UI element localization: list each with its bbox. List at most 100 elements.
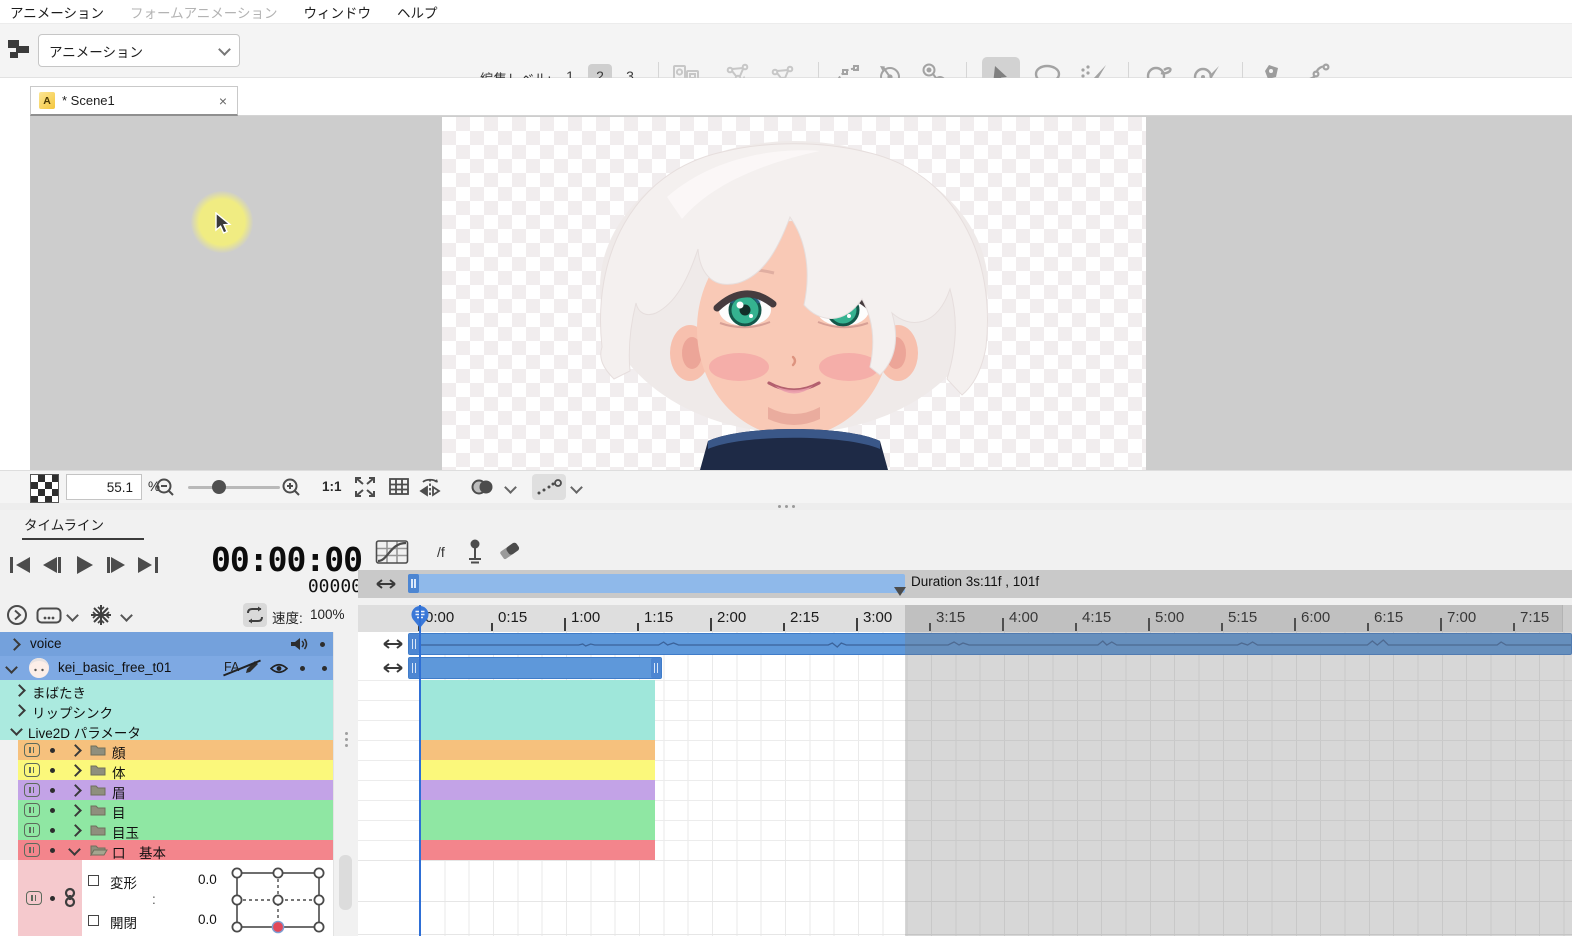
zoom-out-icon[interactable] xyxy=(152,474,178,500)
param-row-face[interactable]: 顔 xyxy=(0,740,333,760)
param-row-brow[interactable]: 眉 xyxy=(0,780,333,800)
xy-param-pad[interactable] xyxy=(230,866,326,934)
keyframe-band-body[interactable] xyxy=(420,760,655,780)
workspace-selector[interactable]: アニメーション xyxy=(38,34,240,67)
playhead-line[interactable] xyxy=(419,605,421,936)
keyframe-band-brow[interactable] xyxy=(420,780,655,800)
scroll-grip[interactable] xyxy=(345,732,348,735)
keyframe-band-eye[interactable] xyxy=(420,800,655,820)
transparent-canvas[interactable] xyxy=(442,117,1146,470)
onion-skin-icon[interactable] xyxy=(36,607,62,629)
timecode-display: 00:00:00 xyxy=(150,540,362,579)
link-keys-icon[interactable] xyxy=(62,887,78,909)
step-back-button[interactable] xyxy=(40,555,64,575)
expand-all-icon[interactable] xyxy=(6,604,28,631)
clip-left-handle[interactable] xyxy=(409,658,419,678)
clip-right-handle[interactable] xyxy=(651,658,661,678)
canvas-viewport[interactable] xyxy=(30,116,1572,470)
loop-playback-button[interactable] xyxy=(243,603,267,627)
param-value[interactable]: 0.0 xyxy=(198,912,217,927)
track-row-lipsync[interactable]: リップシンク xyxy=(0,700,333,720)
track-list-scrollbar[interactable] xyxy=(333,632,358,936)
menu-help[interactable]: ヘルプ xyxy=(397,2,438,22)
keyframe-band-eyeball[interactable] xyxy=(420,820,655,840)
chevron-down-icon[interactable] xyxy=(504,481,517,494)
stretch-track-icon[interactable] xyxy=(382,659,404,677)
keyframe-band-groups[interactable] xyxy=(420,680,655,740)
curve-display-icon[interactable] xyxy=(532,474,566,500)
voice-audio-clip[interactable] xyxy=(408,633,1572,655)
duration-end-marker[interactable] xyxy=(894,587,906,596)
fit-view-icon[interactable] xyxy=(352,474,378,500)
chevron-right-icon[interactable] xyxy=(13,704,26,717)
chevron-right-icon[interactable] xyxy=(13,684,26,697)
param-pad-current-point[interactable] xyxy=(272,921,283,932)
keyframe-dot[interactable] xyxy=(50,896,55,901)
blend-view-icon[interactable] xyxy=(470,474,496,500)
menu-animation[interactable]: アニメーション xyxy=(10,2,104,22)
close-icon[interactable]: × xyxy=(219,93,227,109)
chevron-right-icon[interactable] xyxy=(8,638,21,651)
duration-bar[interactable] xyxy=(408,574,905,593)
timeline-ruler[interactable]: 0:000:151:001:152:002:153:003:154:004:15… xyxy=(358,605,1572,632)
grid-icon[interactable] xyxy=(386,474,412,500)
stretch-track-icon[interactable] xyxy=(382,635,404,653)
eraser-icon[interactable] xyxy=(498,538,522,562)
flip-view-icon[interactable] xyxy=(418,474,444,500)
play-button[interactable] xyxy=(72,555,96,575)
keyframe-dot[interactable] xyxy=(50,748,55,753)
playhead-pin[interactable] xyxy=(403,605,429,633)
clip-left-handle[interactable] xyxy=(409,634,419,654)
param-row-body[interactable]: 体 xyxy=(0,760,333,780)
track-row-blink[interactable]: まばたき xyxy=(0,680,333,700)
background-swatch[interactable] xyxy=(30,474,59,503)
zoom-input[interactable]: 55.1 xyxy=(66,474,142,500)
timeline-tab[interactable]: タイムライン xyxy=(22,514,144,540)
keyframe-dot[interactable] xyxy=(320,642,325,647)
menu-window[interactable]: ウィンドウ xyxy=(304,2,372,22)
step-forward-button[interactable] xyxy=(104,555,128,575)
expand-duration-icon[interactable] xyxy=(374,575,398,593)
snapshot-snowflake-icon[interactable] xyxy=(90,604,112,631)
curve-editor-icon[interactable] xyxy=(375,538,409,566)
zoom-slider[interactable] xyxy=(188,486,280,489)
keyframe-dot[interactable] xyxy=(50,808,55,813)
keyframe-dot[interactable] xyxy=(50,768,55,773)
param-row-eye[interactable]: 目 xyxy=(0,800,333,820)
param-row-mouth-basic[interactable]: 口 基本 xyxy=(0,840,333,860)
keyframe-dot[interactable] xyxy=(50,788,55,793)
param-row-eyeball[interactable]: 目玉 xyxy=(0,820,333,840)
model-track-clip[interactable] xyxy=(408,657,662,679)
param-checkbox[interactable] xyxy=(88,915,99,926)
actual-size-button[interactable]: 1:1 xyxy=(322,479,342,494)
chevron-down-icon[interactable] xyxy=(66,609,79,622)
track-row-live2d-parameters[interactable]: Live2D パラメータ xyxy=(0,720,333,740)
playhead-tool-icon[interactable] xyxy=(466,538,484,566)
chevron-down-icon[interactable] xyxy=(10,723,23,736)
panel-splitter[interactable] xyxy=(0,503,1572,510)
fps-indicator[interactable]: /f xyxy=(437,544,445,560)
chevron-down-icon[interactable] xyxy=(120,609,133,622)
keyframe-band-mouth[interactable] xyxy=(420,840,655,860)
track-row-voice[interactable]: voice xyxy=(0,632,333,656)
keyframe-dot[interactable] xyxy=(300,666,305,671)
timeline-track-area[interactable] xyxy=(358,632,1572,936)
keyframe-dot[interactable] xyxy=(50,848,55,853)
scene-tab[interactable]: A * Scene1 × xyxy=(30,86,238,116)
param-checkbox[interactable] xyxy=(88,875,99,886)
track-row-model[interactable]: kei_basic_free_t01 FA xyxy=(0,656,333,680)
chevron-down-icon[interactable] xyxy=(5,661,18,674)
scrollbar-thumb[interactable] xyxy=(339,855,352,910)
zoom-in-icon[interactable] xyxy=(278,474,304,500)
speed-value[interactable]: 100% xyxy=(310,607,345,622)
duration-bar-handle[interactable] xyxy=(408,574,419,593)
speaker-icon[interactable] xyxy=(290,637,308,651)
keyframe-dot[interactable] xyxy=(322,666,327,671)
keyframe-band-face[interactable] xyxy=(420,740,655,760)
chevron-down-icon[interactable] xyxy=(570,481,583,494)
go-to-start-button[interactable] xyxy=(8,555,32,575)
param-value[interactable]: 0.0 xyxy=(198,872,217,887)
eye-icon[interactable] xyxy=(270,662,288,675)
zoom-slider-knob[interactable] xyxy=(212,480,226,494)
keyframe-dot[interactable] xyxy=(50,828,55,833)
